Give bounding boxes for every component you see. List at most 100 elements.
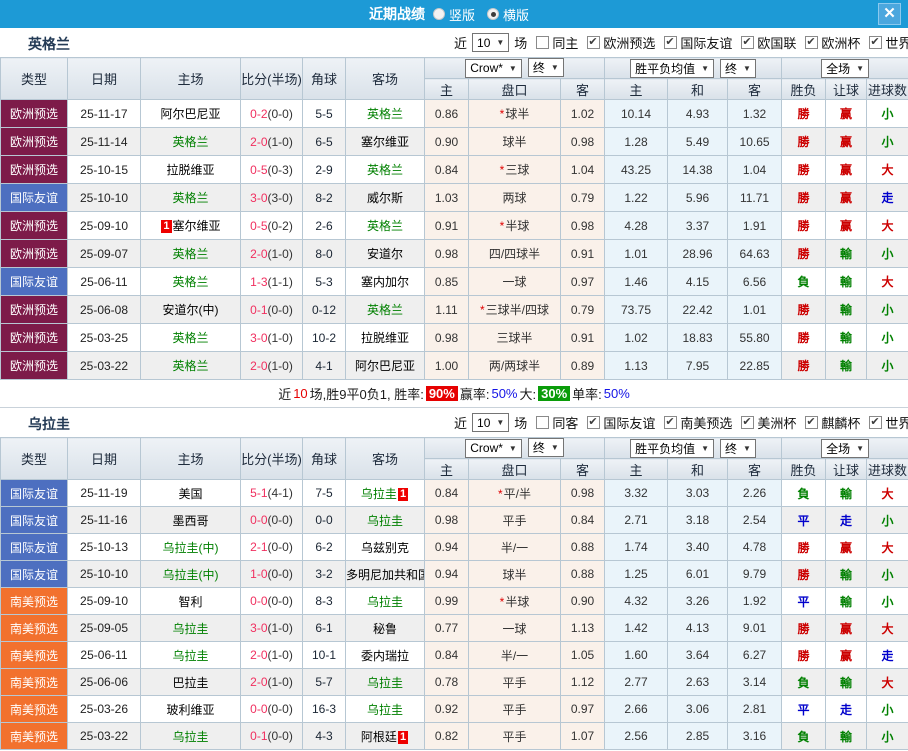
summary-part: 50% (604, 386, 630, 401)
full-time-score: 2-0 (250, 648, 267, 662)
final-odds-select[interactable]: 终▼ (528, 438, 564, 457)
handicap-cell: 一球 (469, 268, 561, 296)
competition-checkbox[interactable] (741, 36, 754, 49)
full-time-score: 1-3 (250, 275, 267, 289)
close-icon[interactable]: ✕ (878, 3, 901, 25)
handicap-star: * (500, 219, 505, 233)
column-header-home: 主场 (141, 58, 241, 100)
crow-select-value: Crow* (470, 61, 503, 75)
half-time-score: (1-0) (268, 135, 293, 149)
mean-home: 4.32 (605, 588, 668, 615)
table-row: 国际友谊25-11-16墨西哥0-0(0-0)0-0乌拉圭0.98平手0.842… (1, 507, 908, 534)
home-odds: 0.82 (425, 723, 469, 750)
result-handicap: 輸 (826, 324, 867, 352)
competition-checkbox[interactable] (587, 36, 600, 49)
final-mean-select[interactable]: 终▼ (720, 439, 756, 458)
home-odds: 0.98 (425, 240, 469, 268)
match-date: 25-10-15 (68, 156, 141, 184)
competition-checkbox[interactable] (805, 416, 818, 429)
final-mean-select-value: 终 (725, 440, 737, 457)
mean-away: 1.92 (728, 588, 782, 615)
competition-label[interactable]: 欧洲杯 (821, 33, 860, 52)
mean-draw: 3.64 (668, 642, 728, 669)
competition-label[interactable]: 美洲杯 (757, 413, 796, 432)
mean-odds-group: 胜平负均值▼ 终▼ (605, 438, 782, 459)
mean-draw: 22.42 (668, 296, 728, 324)
same-venue-label[interactable]: 同客 (552, 413, 578, 432)
away-team-name: 威尔斯 (367, 191, 403, 205)
away-team-cell: 英格兰 (346, 156, 425, 184)
away-team-name: 秘鲁 (373, 622, 397, 636)
mean-draw: 4.93 (668, 100, 728, 128)
final-odds-select[interactable]: 终▼ (528, 58, 564, 77)
full-time-score: 2-1 (250, 540, 267, 554)
full-time-score: 0-5 (250, 219, 267, 233)
final-mean-select[interactable]: 终▼ (720, 59, 756, 78)
match-date: 25-09-10 (68, 588, 141, 615)
crow-select[interactable]: Crow*▼ (465, 439, 522, 458)
section-header: 英格兰近10▼场同主欧洲预选国际友谊欧国联欧洲杯世界杯 (0, 28, 908, 57)
away-odds: 0.98 (561, 212, 605, 240)
handicap-value: 半球 (505, 219, 529, 233)
competition-label[interactable]: 麒麟杯 (821, 413, 860, 432)
result-handicap: 輸 (826, 240, 867, 268)
chevron-down-icon: ▼ (701, 64, 709, 73)
horizontal-layout-radio[interactable] (487, 8, 499, 20)
home-odds: 0.77 (425, 615, 469, 642)
competition-label[interactable]: 国际友谊 (680, 33, 732, 52)
mean-home: 4.28 (605, 212, 668, 240)
competition-checkbox[interactable] (741, 416, 754, 429)
competition-checkbox[interactable] (587, 416, 600, 429)
same-venue-checkbox[interactable] (536, 36, 549, 49)
corner-count: 4-3 (303, 723, 346, 750)
same-venue-checkbox[interactable] (536, 416, 549, 429)
horizontal-layout-label[interactable]: 横版 (503, 5, 529, 24)
competition-label[interactable]: 世界杯 (885, 413, 908, 432)
competition-checkbox[interactable] (805, 36, 818, 49)
away-team-name: 塞尔维亚 (361, 135, 409, 149)
home-team-cell: 巴拉圭 (141, 669, 241, 696)
competition-checkbox[interactable] (869, 36, 882, 49)
competition-label[interactable]: 南美预选 (680, 413, 732, 432)
home-odds: 0.84 (425, 642, 469, 669)
competition-checkbox[interactable] (869, 416, 882, 429)
competition-checkbox[interactable] (664, 416, 677, 429)
handicap-cell: *球半 (469, 100, 561, 128)
vertical-layout-label[interactable]: 竖版 (449, 5, 475, 24)
score-cell: 3-0(3-0) (241, 184, 303, 212)
competition-label[interactable]: 国际友谊 (603, 413, 655, 432)
corner-count: 5-3 (303, 268, 346, 296)
vertical-layout-radio[interactable] (433, 8, 445, 20)
competition-checkbox[interactable] (664, 36, 677, 49)
handicap-value: 平手 (502, 730, 526, 744)
crow-select[interactable]: Crow*▼ (465, 59, 522, 78)
result-win-draw-loss: 勝 (782, 534, 826, 561)
away-odds: 0.98 (561, 128, 605, 156)
competition-label[interactable]: 欧国联 (757, 33, 796, 52)
away-odds: 0.91 (561, 240, 605, 268)
handicap-cell: 平手 (469, 669, 561, 696)
competition-label[interactable]: 欧洲预选 (603, 33, 655, 52)
result-handicap: 輸 (826, 480, 867, 507)
handicap-cell: *三球半/四球 (469, 296, 561, 324)
match-count-select[interactable]: 10▼ (472, 33, 509, 52)
mean-select[interactable]: 胜平负均值▼ (630, 439, 714, 458)
summary-part: 单率: (572, 384, 602, 403)
full-match-select[interactable]: 全场▼ (821, 439, 869, 458)
match-date: 25-03-25 (68, 324, 141, 352)
mean-away: 1.01 (728, 296, 782, 324)
competition-label[interactable]: 世界杯 (885, 33, 908, 52)
full-match-select[interactable]: 全场▼ (821, 59, 869, 78)
result-handicap: 輸 (826, 268, 867, 296)
column-header-mean_away: 客 (728, 79, 782, 100)
away-odds: 1.05 (561, 642, 605, 669)
same-venue-label[interactable]: 同主 (552, 33, 578, 52)
mean-away: 1.91 (728, 212, 782, 240)
match-type-badge: 欧洲预选 (1, 296, 68, 324)
mean-home: 1.46 (605, 268, 668, 296)
full-time-score: 3-0 (250, 621, 267, 635)
mean-away: 22.85 (728, 352, 782, 380)
result-win-draw-loss: 平 (782, 696, 826, 723)
mean-select[interactable]: 胜平负均值▼ (630, 59, 714, 78)
match-count-select[interactable]: 10▼ (472, 413, 509, 432)
